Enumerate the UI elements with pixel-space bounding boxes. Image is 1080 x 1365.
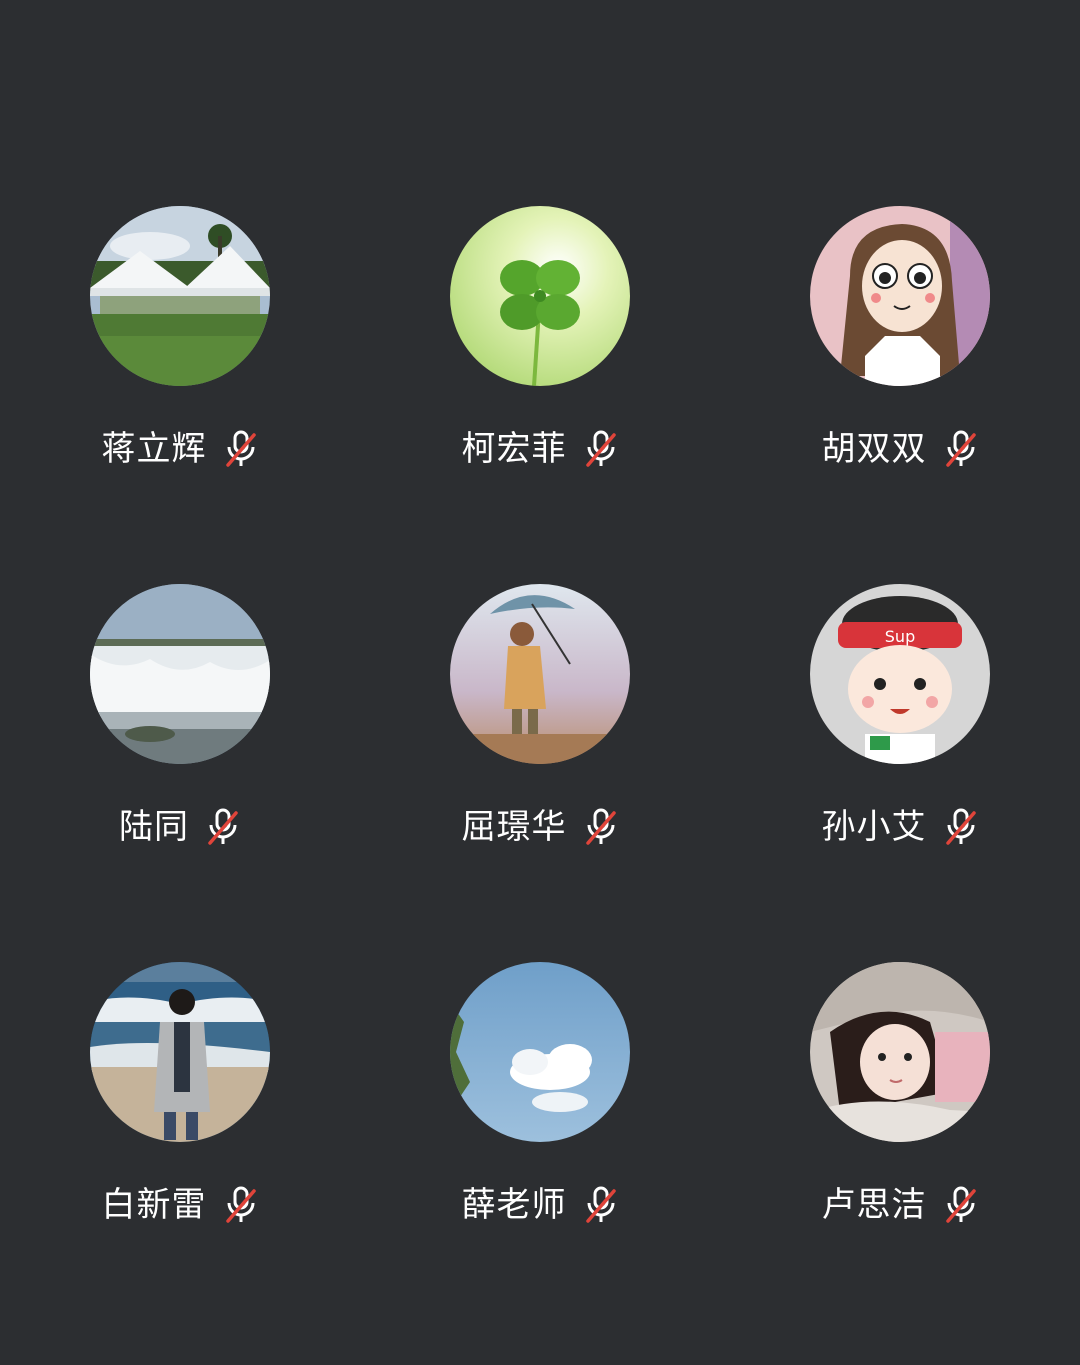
participant-name: 柯宏菲 — [461, 429, 567, 469]
avatar[interactable] — [90, 962, 270, 1142]
participant-tile[interactable]: 胡双双 — [720, 206, 1080, 506]
participant-tile[interactable]: 薛老师 — [360, 962, 720, 1262]
participant-tile[interactable]: 屈璟华 — [360, 584, 720, 884]
participant-grid: 蒋立辉 柯宏菲 胡双双 陆同 屈璟华 Sup 孙小艾 白新雷 薛老师 卢思洁 — [0, 0, 1080, 1365]
participant-name: 卢思洁 — [821, 1185, 927, 1225]
participant-tile[interactable]: 蒋立辉 — [0, 206, 360, 506]
participant-name: 胡双双 — [821, 429, 927, 469]
participant-tile[interactable]: 卢思洁 — [720, 962, 1080, 1262]
participant-tile[interactable]: 柯宏菲 — [360, 206, 720, 506]
participant-tile[interactable]: 陆同 — [0, 584, 360, 884]
participant-name: 薛老师 — [461, 1185, 567, 1225]
participant-tile[interactable]: Sup 孙小艾 — [720, 584, 1080, 884]
mic-muted-icon — [223, 1185, 259, 1225]
child-with-umbrella-illustration — [450, 584, 630, 764]
avatar[interactable] — [450, 584, 630, 764]
participant-name: 屈璟华 — [461, 807, 567, 847]
avatar[interactable] — [810, 206, 990, 386]
mic-muted-icon — [583, 429, 619, 469]
outdoor-tents-photo — [90, 206, 270, 386]
avatar[interactable] — [810, 962, 990, 1142]
mic-muted-icon — [583, 807, 619, 847]
mic-muted-icon — [223, 429, 259, 469]
avatar[interactable] — [450, 206, 630, 386]
participant-name: 孙小艾 — [821, 807, 927, 847]
cartoon-girl-illustration — [810, 206, 990, 386]
four-leaf-clover-photo — [450, 206, 630, 386]
mic-muted-icon — [205, 807, 241, 847]
participant-name: 陆同 — [119, 807, 189, 847]
cartoon-boy-headband-illustration: Sup — [810, 584, 990, 764]
avatar[interactable] — [450, 962, 630, 1142]
girl-portrait-photo — [810, 962, 990, 1142]
avatar[interactable] — [90, 206, 270, 386]
sky-clouds-photo — [450, 962, 630, 1142]
participant-name: 蒋立辉 — [101, 429, 207, 469]
participant-tile[interactable]: 白新雷 — [0, 962, 360, 1262]
woman-on-beach-photo — [90, 962, 270, 1142]
avatar[interactable]: Sup — [810, 584, 990, 764]
participant-name: 白新雷 — [101, 1185, 207, 1225]
mic-muted-icon — [943, 1185, 979, 1225]
waterfall-photo — [90, 584, 270, 764]
mic-muted-icon — [943, 807, 979, 847]
mic-muted-icon — [583, 1185, 619, 1225]
mic-muted-icon — [943, 429, 979, 469]
svg-text:Sup: Sup — [885, 627, 915, 646]
avatar[interactable] — [90, 584, 270, 764]
